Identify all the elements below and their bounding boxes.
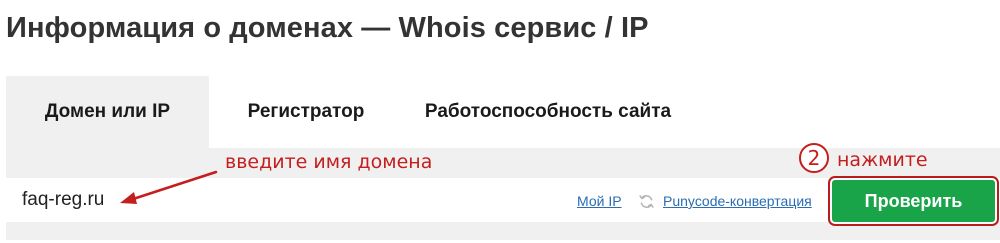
page-title: Информация о доменах — Whois сервис / IP xyxy=(6,12,649,44)
page-root: Информация о доменах — Whois сервис / IP… xyxy=(0,0,1000,243)
refresh-icon[interactable] xyxy=(638,193,655,210)
annotation-press: нажмите xyxy=(837,149,928,171)
tab-site-availability[interactable]: Работоспособность сайта xyxy=(403,76,693,148)
step-number-badge: 2 xyxy=(799,143,829,173)
tab-bar: Домен или IP Регистратор Работоспособнос… xyxy=(6,76,693,148)
annotation-enter-domain: введите имя домена xyxy=(225,151,433,173)
tab-domain-or-ip[interactable]: Домен или IP xyxy=(6,76,209,148)
domain-input[interactable] xyxy=(6,178,566,222)
check-button[interactable]: Проверить xyxy=(832,180,995,222)
annotation-arrow-icon xyxy=(120,170,218,204)
tab-registrar[interactable]: Регистратор xyxy=(209,76,403,148)
punycode-link[interactable]: Punycode-конвертация xyxy=(663,193,812,209)
my-ip-link[interactable]: Мой IP xyxy=(577,193,622,209)
